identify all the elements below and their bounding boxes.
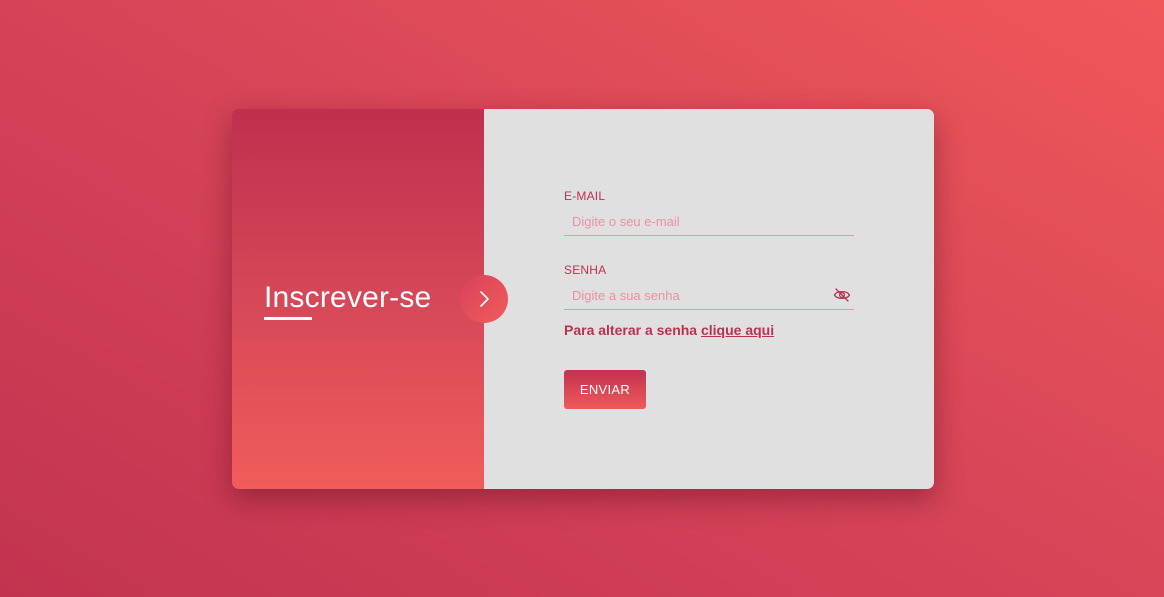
login-card: Inscrever-se E-MAIL SENHA (232, 109, 934, 489)
signup-panel: Inscrever-se (232, 109, 508, 489)
change-password-hint: Para alterar a senha clique aqui (564, 322, 774, 338)
submit-button[interactable]: ENVIAR (564, 370, 646, 409)
password-label: SENHA (564, 263, 607, 277)
title-underline (264, 317, 312, 320)
toggle-password-visibility-button[interactable] (833, 287, 851, 303)
email-label: E-MAIL (564, 189, 606, 203)
change-password-link[interactable]: clique aqui (701, 322, 774, 338)
password-input[interactable] (564, 283, 822, 307)
password-input-wrap (564, 283, 854, 310)
eye-off-icon (833, 288, 851, 302)
password-field: SENHA (564, 263, 854, 310)
login-form-panel: E-MAIL SENHA Para alterar a senha clique (484, 109, 934, 489)
switch-panel-button[interactable] (460, 275, 508, 323)
signup-title[interactable]: Inscrever-se (264, 281, 431, 315)
email-field: E-MAIL (564, 189, 854, 236)
email-input[interactable] (564, 209, 822, 233)
email-input-wrap (564, 209, 854, 236)
change-password-text: Para alterar a senha (564, 322, 701, 338)
chevron-right-icon (480, 291, 489, 307)
